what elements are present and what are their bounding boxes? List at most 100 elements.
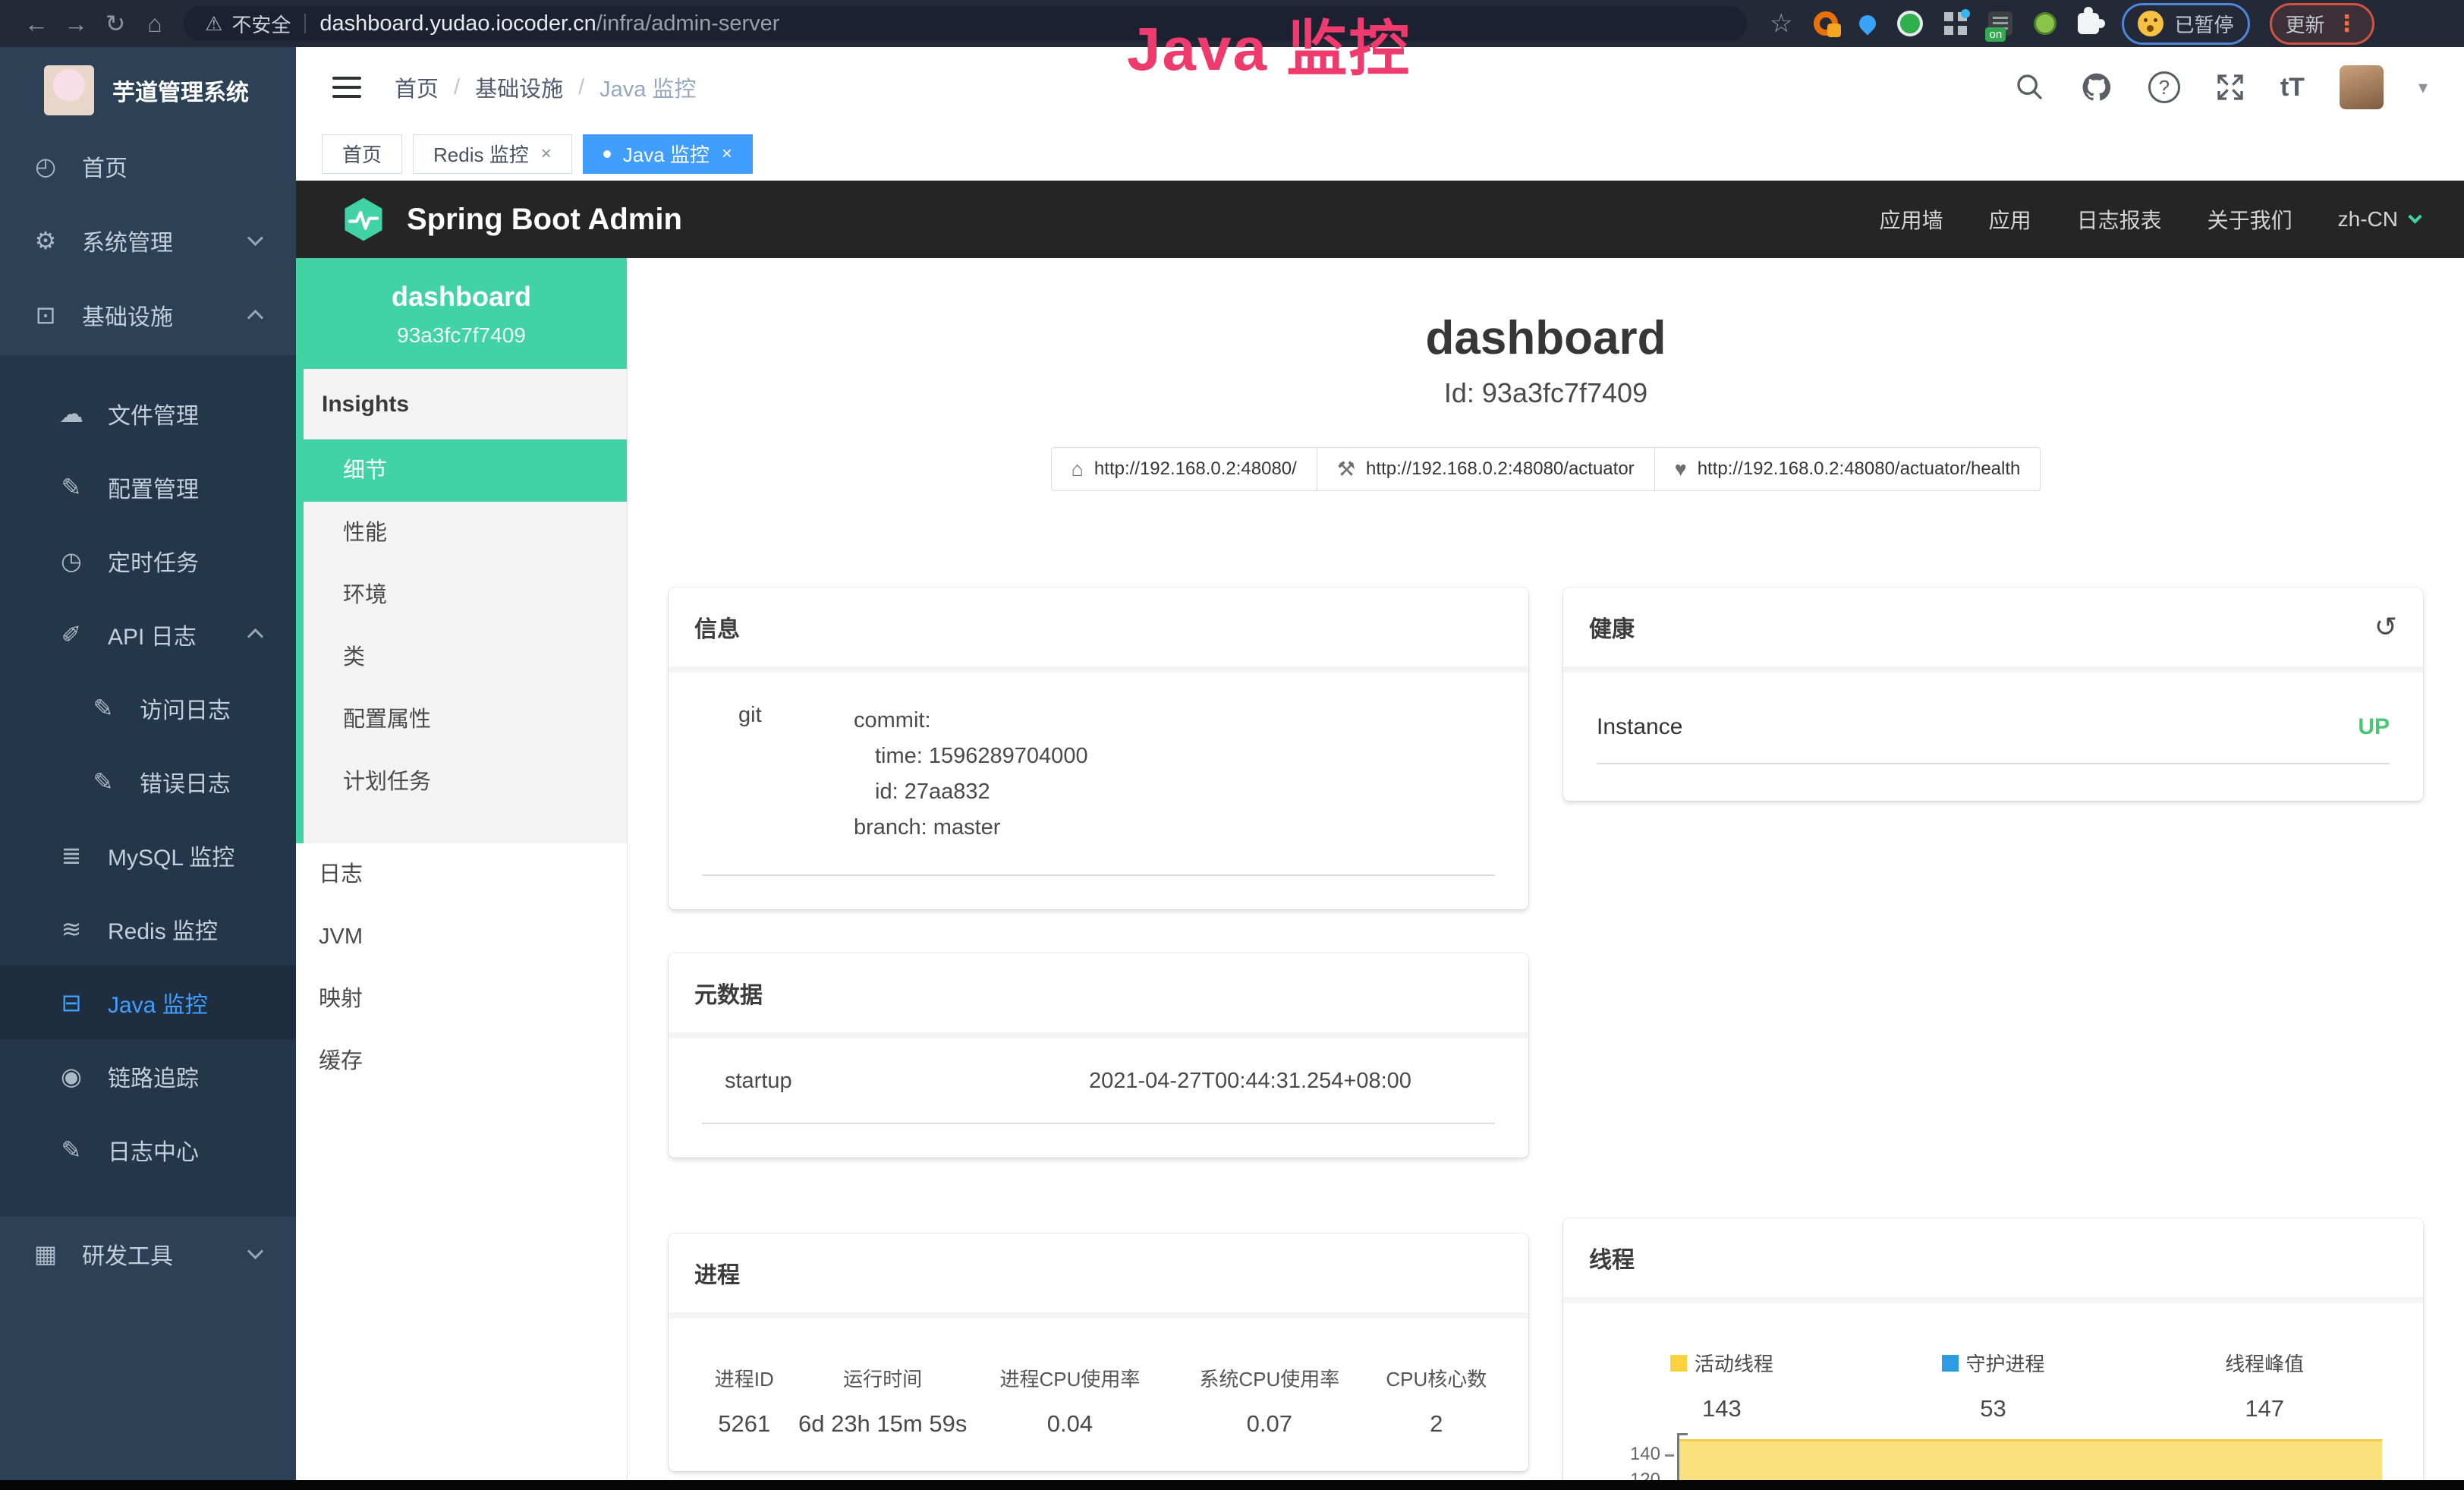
sidebar-item-java-monitor[interactable]: ⊟ Java 监控: [0, 966, 296, 1039]
actuator-url-button[interactable]: ⚒ http://192.168.0.2:48080/actuator: [1317, 447, 1655, 491]
update-label: 更新: [2286, 10, 2325, 38]
sba-item-caches[interactable]: 缓存: [296, 1030, 627, 1092]
sba-nav: 应用墙 应用 日志报表 关于我们 zh-CN: [1880, 204, 2420, 235]
paused-badge[interactable]: 已暂停: [2122, 3, 2249, 45]
user-avatar[interactable]: [2340, 65, 2384, 109]
chevron-down-icon: [247, 1243, 263, 1258]
status-badge: UP: [2358, 714, 2390, 740]
extensions-row: ☆ on: [1770, 8, 2099, 39]
bookmark-star-icon[interactable]: ☆: [1770, 8, 1792, 39]
history-icon[interactable]: ↺: [2374, 611, 2397, 643]
card-title: 信息: [694, 610, 740, 644]
sba-nav-about[interactable]: 关于我们: [2208, 204, 2292, 235]
sidebar-item-scheduled-tasks[interactable]: ◷ 定时任务: [0, 524, 296, 597]
browser-home-icon[interactable]: ⌂: [135, 0, 175, 47]
process-col-header: 进程ID: [691, 1364, 797, 1392]
legend-label: 线程峰值: [2225, 1349, 2304, 1377]
info-card-header: 信息: [669, 587, 1528, 673]
tab-home[interactable]: 首页: [322, 134, 402, 174]
breadcrumb-home[interactable]: 首页: [395, 71, 439, 103]
sidebar-item-redis-monitor[interactable]: ≋ Redis 监控: [0, 892, 296, 966]
circleci-extension-icon[interactable]: [1814, 11, 1838, 36]
sidebar-item-tracing[interactable]: ◉ 链路追踪: [0, 1039, 296, 1113]
sidebar-item-devtools[interactable]: ▦ 研发工具: [0, 1217, 296, 1291]
close-icon[interactable]: ×: [541, 143, 552, 165]
sidebar-item-home[interactable]: ◴ 首页: [0, 129, 296, 203]
sidebar-item-error-log[interactable]: ✎ 错误日志: [0, 745, 296, 818]
sprout-extension-icon[interactable]: [2034, 12, 2056, 35]
sba-item-jvm[interactable]: JVM: [296, 906, 627, 968]
info-card-body: git commit: time: 1596289704000 id: 27aa…: [669, 673, 1528, 909]
puzzle-extension-icon[interactable]: [2078, 13, 2099, 34]
breadcrumb-section[interactable]: 基础设施: [475, 71, 563, 103]
font-size-icon[interactable]: tT: [2280, 73, 2305, 102]
sba-item-scheduled[interactable]: 计划任务: [304, 751, 627, 813]
instance-header[interactable]: dashboard 93a3fc7f7409: [296, 258, 627, 369]
sba-sidebar: dashboard 93a3fc7f7409 Insights 细节 性能 环境…: [296, 258, 628, 1480]
chart-plot-area: [1677, 1433, 2382, 1480]
chevron-down-icon[interactable]: ▾: [2418, 77, 2428, 99]
sba-nav-applications[interactable]: 应用: [1989, 204, 2031, 235]
sidebar-item-access-log[interactable]: ✎ 访问日志: [0, 671, 296, 745]
github-icon[interactable]: [2080, 71, 2113, 104]
link-label: http://192.168.0.2:48080/actuator: [1366, 458, 1635, 480]
edit-icon: ✎: [85, 767, 121, 796]
pin-extension-icon[interactable]: [1856, 11, 1880, 35]
sba-item-details[interactable]: 细节: [304, 439, 627, 502]
sba-item-mappings[interactable]: 映射: [296, 968, 627, 1030]
browser-back-icon[interactable]: ←: [17, 0, 56, 47]
sba-item-config-props[interactable]: 配置属性: [304, 688, 627, 751]
update-button[interactable]: 更新 ⋮: [2270, 3, 2374, 45]
security-chip[interactable]: ⚠ 不安全: [205, 10, 291, 38]
url-text: dashboard.yudao.iocoder.cn/infra/admin-s…: [319, 11, 779, 36]
sidebar-item-mysql-monitor[interactable]: ≣ MySQL 监控: [0, 818, 296, 892]
active-dot-icon: [603, 150, 611, 158]
sidebar-item-file-manage[interactable]: ☁ 文件管理: [0, 376, 296, 450]
browser-forward-icon[interactable]: →: [56, 0, 96, 47]
close-icon[interactable]: ×: [722, 143, 732, 165]
browser-menu-icon[interactable]: ⋮: [2336, 11, 2359, 37]
link-label: http://192.168.0.2:48080/actuator/health: [1698, 458, 2021, 480]
health-card-header: 健康 ↺: [1563, 587, 2423, 673]
service-url-button[interactable]: ⌂ http://192.168.0.2:48080/: [1051, 447, 1317, 491]
hamburger-icon[interactable]: [332, 77, 361, 98]
app-logo-row[interactable]: 芋道管理系统: [0, 47, 296, 129]
link-label: http://192.168.0.2:48080/: [1094, 458, 1297, 480]
sidebar-item-infra[interactable]: ⊡ 基础设施: [0, 278, 296, 352]
locale-selector[interactable]: zh-CN: [2338, 207, 2420, 232]
process-col-header: 运行时间: [797, 1364, 968, 1392]
instance-id: 93a3fc7f7409: [296, 323, 627, 348]
sba-nav-wallboard[interactable]: 应用墙: [1880, 204, 1943, 235]
sidebar-item-label: API 日志: [108, 618, 197, 651]
sba-nav-journal[interactable]: 日志报表: [2077, 204, 2162, 235]
tab-redis-monitor[interactable]: Redis 监控 ×: [413, 134, 572, 174]
switch-extension-icon[interactable]: on: [1988, 11, 2012, 36]
search-icon[interactable]: [2015, 72, 2045, 102]
sidebar-item-config-manage[interactable]: ✎ 配置管理: [0, 450, 296, 524]
divider: [1597, 763, 2390, 764]
metadata-card-header: 元数据: [669, 953, 1528, 1038]
sba-item-metrics[interactable]: 性能: [304, 502, 627, 564]
instance-name: dashboard: [296, 281, 627, 313]
fullscreen-icon[interactable]: [2215, 72, 2245, 102]
health-url-button[interactable]: ♥ http://192.168.0.2:48080/actuator/heal…: [1654, 447, 2041, 491]
sba-brand-title[interactable]: Spring Boot Admin: [407, 203, 682, 237]
grid-extension-icon[interactable]: [1944, 12, 1967, 35]
help-icon[interactable]: ?: [2148, 71, 2180, 103]
sba-item-classes[interactable]: 类: [304, 626, 627, 688]
process-col-header: 进程CPU使用率: [968, 1364, 1172, 1392]
sidebar-item-api-log[interactable]: ✐ API 日志: [0, 597, 296, 671]
divider: [702, 1123, 1495, 1124]
wrench-icon: ⚒: [1337, 458, 1355, 481]
sba-item-logs[interactable]: 日志: [296, 843, 627, 906]
sidebar-item-label: 配置管理: [108, 471, 199, 504]
browser-reload-icon[interactable]: ↻: [96, 0, 135, 47]
process-value: 0.04: [968, 1410, 1172, 1438]
on-badge: on: [1985, 27, 2006, 42]
sba-item-environment[interactable]: 环境: [304, 564, 627, 626]
sidebar-item-system[interactable]: ⚙ 系统管理: [0, 203, 296, 278]
address-bar[interactable]: ⚠ 不安全 dashboard.yudao.iocoder.cn/infra/a…: [184, 6, 1747, 41]
sidebar-item-log-center[interactable]: ✎ 日志中心: [0, 1113, 296, 1186]
tab-java-monitor[interactable]: Java 监控 ×: [583, 134, 753, 174]
y-extension-icon[interactable]: [1897, 11, 1923, 36]
